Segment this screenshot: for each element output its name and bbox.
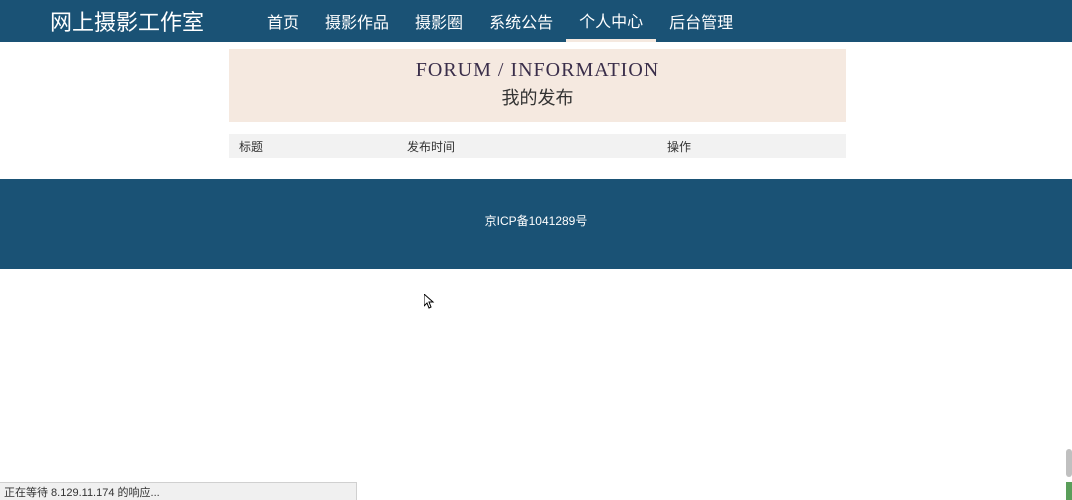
page-title-en: FORUM / INFORMATION bbox=[229, 59, 846, 82]
footer: 京ICP备1041289号 bbox=[0, 179, 1072, 269]
nav-circle[interactable]: 摄影圈 bbox=[402, 0, 476, 42]
scrollbar-thumb[interactable] bbox=[1066, 449, 1072, 477]
col-header-action: 操作 bbox=[667, 138, 846, 155]
col-header-title: 标题 bbox=[229, 138, 407, 155]
mouse-cursor bbox=[424, 294, 435, 310]
page-title-cn: 我的发布 bbox=[229, 84, 846, 110]
status-text: 正在等待 8.129.11.174 的响应... bbox=[4, 484, 160, 500]
page-title-box: FORUM / INFORMATION 我的发布 bbox=[229, 49, 846, 122]
nav-admin[interactable]: 后台管理 bbox=[656, 0, 746, 42]
footer-icp: 京ICP备1041289号 bbox=[485, 212, 588, 229]
main-content: FORUM / INFORMATION 我的发布 标题 发布时间 操作 bbox=[229, 49, 846, 158]
header: 网上摄影工作室 首页 摄影作品 摄影圈 系统公告 个人中心 后台管理 bbox=[0, 0, 1072, 42]
browser-status-bar: 正在等待 8.129.11.174 的响应... bbox=[0, 482, 357, 500]
site-logo[interactable]: 网上摄影工作室 bbox=[50, 5, 204, 37]
nav-home[interactable]: 首页 bbox=[254, 0, 312, 42]
table-header: 标题 发布时间 操作 bbox=[229, 134, 846, 158]
nav-works[interactable]: 摄影作品 bbox=[312, 0, 402, 42]
nav-announce[interactable]: 系统公告 bbox=[476, 0, 566, 42]
scrollbar-corner bbox=[1066, 482, 1072, 500]
nav-menu: 首页 摄影作品 摄影圈 系统公告 个人中心 后台管理 bbox=[254, 0, 746, 42]
nav-personal[interactable]: 个人中心 bbox=[566, 0, 656, 42]
col-header-time: 发布时间 bbox=[407, 138, 667, 155]
